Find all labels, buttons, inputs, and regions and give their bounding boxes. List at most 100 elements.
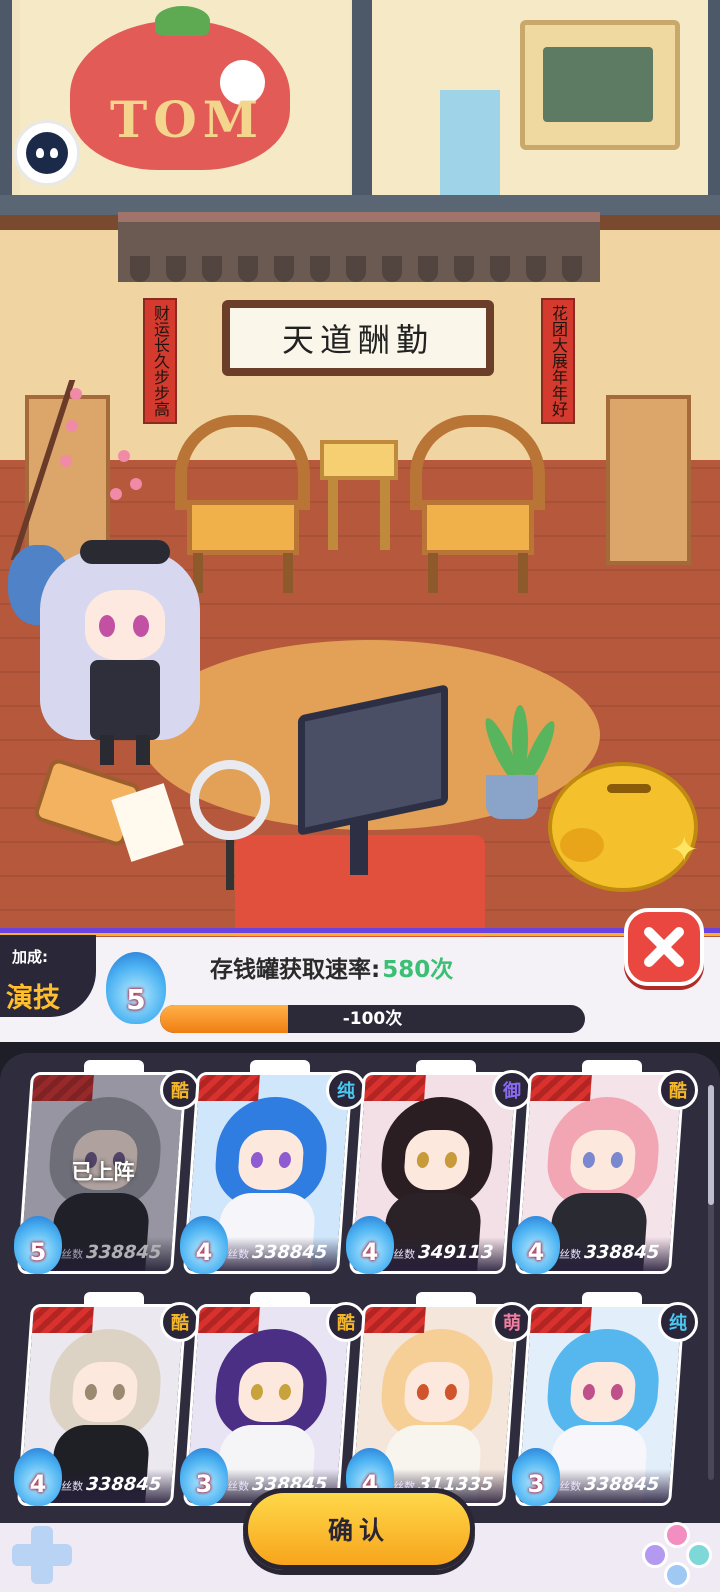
character-legs — [100, 735, 150, 765]
card-character-eye — [610, 1384, 624, 1400]
roof-tile — [310, 256, 330, 282]
card-character-face — [236, 1362, 306, 1422]
shop-sign-logo: TOM — [110, 90, 265, 149]
blossom — [70, 388, 82, 400]
card-fans-value: 349113 — [417, 1242, 495, 1263]
card-character-eye — [250, 1152, 264, 1168]
card-trait-badge: 酷 — [658, 1070, 698, 1110]
blossom — [130, 478, 142, 490]
card-character-eye — [444, 1152, 458, 1168]
card-corner-stripe — [198, 1075, 260, 1101]
robot-avatar-icon[interactable] — [14, 120, 80, 186]
card-level-number: 3 — [195, 1470, 213, 1498]
card-level-badge: 4 — [346, 1216, 394, 1274]
chair-back — [175, 415, 310, 510]
roof-tile — [526, 256, 546, 282]
sky-glimpse — [440, 90, 500, 195]
card-corner-stripe — [530, 1075, 592, 1101]
roof-tile — [346, 256, 366, 282]
roof-tile — [274, 256, 294, 282]
card-character-eye — [112, 1384, 126, 1400]
dpad-icon[interactable] — [6, 1524, 76, 1586]
card-level-badge: 5 — [14, 1216, 62, 1274]
rate-unit: 次 — [430, 957, 454, 983]
dpad-vertical — [31, 1526, 53, 1584]
rate-progress-bar: -100次 — [160, 1005, 585, 1033]
game-buttons-icon[interactable] — [642, 1522, 712, 1588]
roof-tile — [418, 256, 438, 282]
bonus-label: 加成: — [12, 948, 48, 966]
level-number: 5 — [126, 983, 146, 1016]
ring-light-stand — [226, 840, 234, 890]
shop-window: TOM — [0, 0, 720, 215]
card-scrollbar[interactable] — [708, 1085, 714, 1480]
card-fans-value: 338845 — [583, 1242, 661, 1263]
tomato-shop-sign: TOM — [70, 6, 290, 170]
bonus-attribute: 演技 — [6, 983, 60, 1014]
card-fans: 粉丝数 338845 — [216, 1242, 328, 1263]
table-leg — [328, 480, 338, 550]
piggy-bank[interactable] — [548, 762, 698, 892]
tea-table — [320, 440, 398, 550]
roof-tile — [382, 256, 402, 282]
roof-tile — [166, 256, 186, 282]
character-face — [85, 590, 165, 660]
ring-light — [190, 760, 270, 840]
roof-tile — [130, 256, 150, 282]
card-corner-stripe — [198, 1307, 260, 1333]
card-character-eye — [444, 1384, 458, 1400]
card-character-face — [568, 1130, 638, 1190]
character-card[interactable]: 粉丝数 338845 纯 3 — [512, 1292, 698, 1510]
card-character-eye — [416, 1384, 430, 1400]
roof-eave — [118, 212, 600, 282]
roof-tile — [490, 256, 510, 282]
chair-back — [410, 415, 545, 510]
close-icon — [644, 927, 684, 967]
table-leg — [380, 480, 390, 550]
character-card[interactable]: 粉丝数 338845 酷 5 已上阵 — [14, 1060, 200, 1278]
character-card[interactable]: 粉丝数 349113 御 4 — [346, 1060, 532, 1278]
blossom — [110, 488, 122, 500]
rate-value: 580 — [382, 957, 431, 983]
character-card[interactable]: 粉丝数 311335 萌 4 — [346, 1292, 532, 1510]
card-corner-stripe — [364, 1307, 426, 1333]
sparkle-icon: ✦ — [670, 830, 699, 870]
card-fans: 粉丝数 338845 — [548, 1242, 661, 1263]
scrollbar-thumb[interactable] — [708, 1085, 714, 1205]
blossom — [60, 455, 72, 467]
character-card[interactable]: 粉丝数 338845 酷 3 — [180, 1292, 366, 1510]
piggy-coin-slot — [607, 784, 651, 793]
card-fans: 粉丝数 338845 — [50, 1474, 162, 1495]
card-trait-badge: 纯 — [658, 1302, 698, 1342]
card-character-face — [568, 1362, 638, 1422]
confirm-button[interactable]: 确认 — [243, 1488, 475, 1570]
player-character[interactable] — [30, 530, 210, 765]
card-level-badge: 4 — [14, 1448, 62, 1506]
card-level-badge: 3 — [180, 1448, 228, 1506]
card-character-face — [70, 1362, 140, 1422]
game-scene[interactable]: TOM 天道酬勤 财运长久步步高 花团大展年年好 ✦ — [0, 0, 720, 945]
card-fans: 粉丝数 338845 — [548, 1474, 661, 1495]
chair-seat — [422, 500, 534, 555]
close-button[interactable] — [624, 908, 704, 986]
card-character-eye — [582, 1152, 596, 1168]
card-character-face — [402, 1130, 472, 1190]
character-card[interactable]: 粉丝数 338845 纯 4 — [180, 1060, 366, 1278]
chair-leg — [428, 553, 438, 593]
potted-plant — [486, 775, 538, 819]
button-dot — [664, 1562, 690, 1588]
card-level-number: 4 — [29, 1470, 47, 1498]
robot-eye — [50, 148, 58, 158]
couplet-right: 花团大展年年好 — [541, 298, 575, 424]
level-flame-badge: 5 — [106, 952, 166, 1024]
rate-line: 存钱罐获取速率: 580 次 — [210, 950, 453, 984]
armchair-right[interactable] — [410, 415, 545, 595]
card-fans-value: 338845 — [583, 1474, 661, 1495]
card-level-badge: 3 — [512, 1448, 560, 1506]
card-level-badge: 4 — [512, 1216, 560, 1274]
button-dot — [664, 1522, 690, 1548]
character-card[interactable]: 粉丝数 338845 酷 4 — [512, 1060, 698, 1278]
blossom — [66, 420, 78, 432]
card-level-number: 4 — [361, 1238, 379, 1266]
character-card[interactable]: 粉丝数 338845 酷 4 — [14, 1292, 200, 1510]
